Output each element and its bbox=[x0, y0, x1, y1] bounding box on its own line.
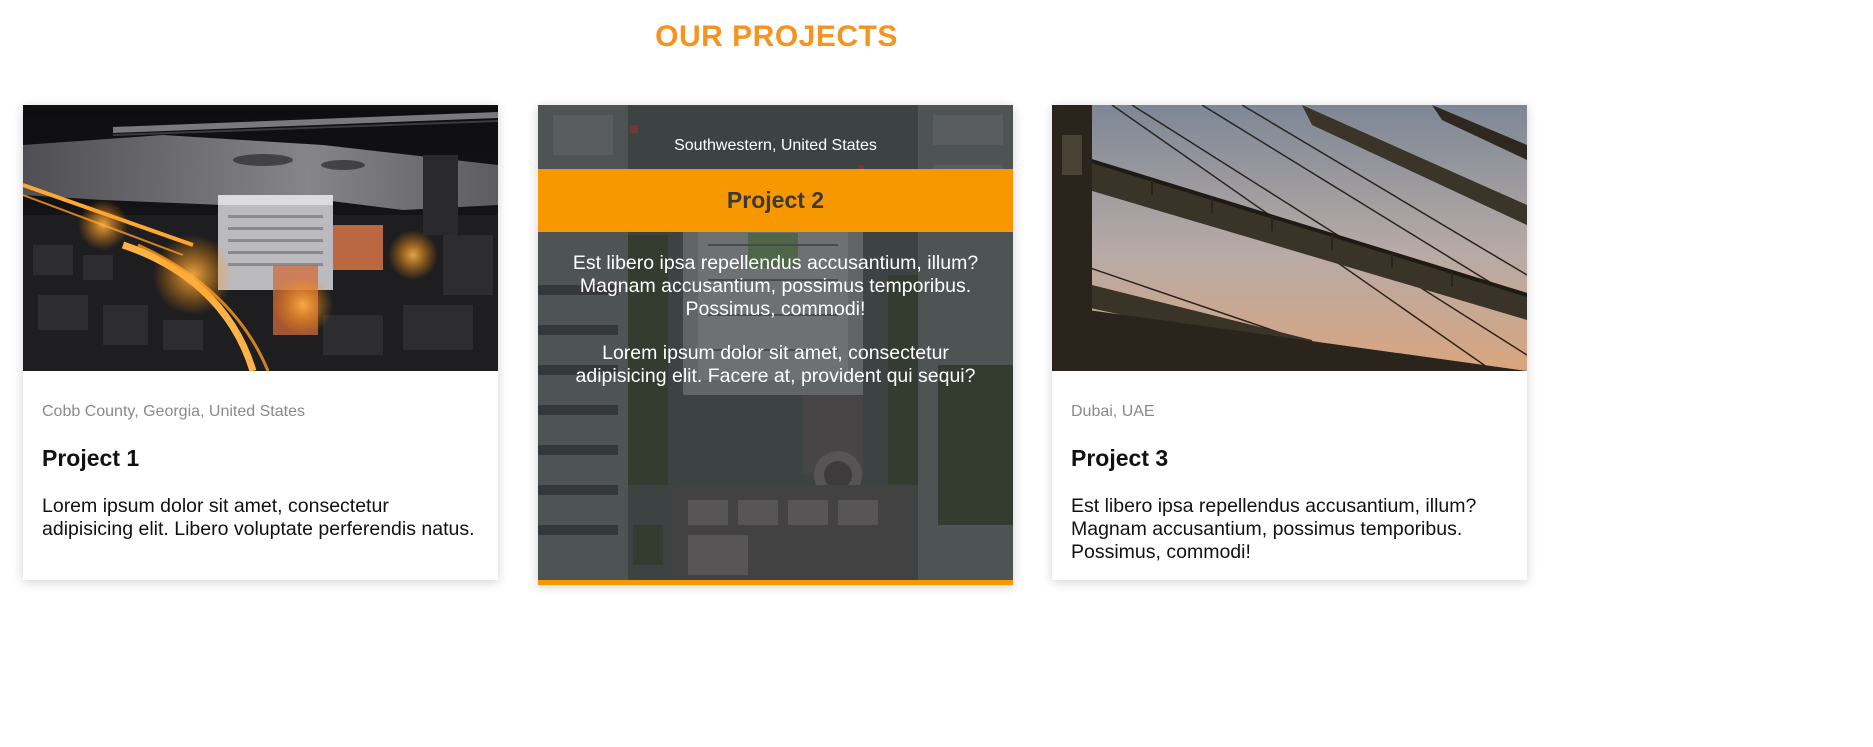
project-3-image bbox=[1052, 105, 1527, 371]
project-1-description: Lorem ipsum dolor sit amet, consectetur … bbox=[42, 495, 475, 540]
project-2-description: Est libero ipsa repellendus accusantium,… bbox=[558, 252, 993, 409]
project-1-title[interactable]: Project 1 bbox=[42, 445, 479, 472]
project-card-3[interactable]: Dubai, UAE Project 3 Est libero ipsa rep… bbox=[1052, 105, 1527, 580]
project-1-body: Cobb County, Georgia, United States Proj… bbox=[42, 371, 479, 541]
projects-section: OUR PROJECTS Cobb County, Georgia, Unite… bbox=[0, 0, 1873, 747]
project-2-accent-bar bbox=[538, 580, 1013, 585]
project-3-description: Est libero ipsa repellendus accusantium,… bbox=[1071, 495, 1477, 563]
project-1-location: Cobb County, Georgia, United States bbox=[42, 403, 305, 420]
section-title: OUR PROJECTS bbox=[655, 20, 898, 53]
project-2-location: Southwestern, United States bbox=[674, 137, 877, 154]
project-2-title[interactable]: Project 2 bbox=[538, 169, 1013, 232]
project-3-title[interactable]: Project 3 bbox=[1071, 445, 1508, 472]
project-card-1[interactable]: Cobb County, Georgia, United States Proj… bbox=[23, 105, 498, 580]
project-3-location: Dubai, UAE bbox=[1071, 403, 1155, 420]
project-2-paragraph-1: Est libero ipsa repellendus accusantium,… bbox=[572, 252, 979, 320]
project-1-image bbox=[23, 105, 498, 371]
project-2-paragraph-2: Lorem ipsum dolor sit amet, consectetur … bbox=[575, 342, 976, 387]
project-3-body: Dubai, UAE Project 3 Est libero ipsa rep… bbox=[1071, 371, 1508, 564]
project-card-2[interactable]: Southwestern, United States Project 2 Es… bbox=[538, 105, 1013, 585]
